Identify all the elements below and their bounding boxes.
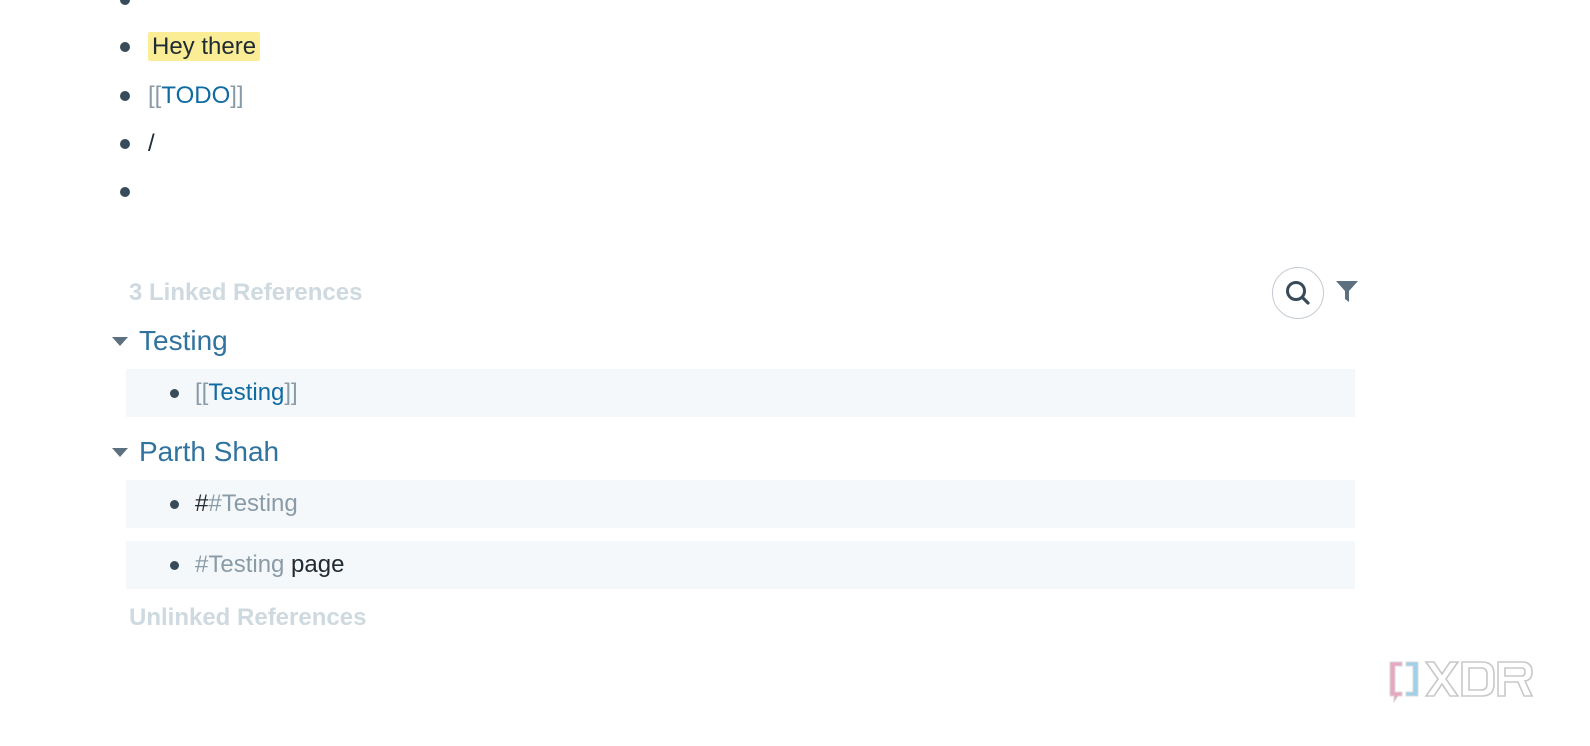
page-ref-bracket-close: ]] [230, 82, 244, 109]
ref-block-card[interactable]: [[Testing]] [126, 369, 1355, 417]
text-prefix: # [195, 490, 209, 517]
ref-page-title[interactable]: Parth Shah [139, 436, 279, 468]
ref-page-title[interactable]: Testing [139, 325, 228, 357]
xda-logo [1389, 661, 1534, 704]
bullet-dot[interactable] [170, 499, 179, 509]
block-text[interactable]: / [148, 126, 155, 162]
ref-block-card[interactable]: ##Testing [126, 480, 1355, 528]
block-item-empty[interactable] [120, 172, 148, 212]
block-item[interactable]: / [120, 124, 155, 164]
filter-icon [1336, 281, 1358, 302]
bullet-dot[interactable] [120, 0, 130, 5]
block-text[interactable]: [[TODO]] [148, 78, 244, 114]
linked-references-title: 3 Linked References [129, 279, 363, 306]
ref-block-text[interactable]: ##Testing [195, 486, 298, 522]
highlighted-text: Hey there [148, 32, 261, 61]
block-item[interactable] [120, 0, 148, 20]
tag-link-testing[interactable]: #Testing [195, 551, 284, 578]
text-suffix: page [284, 551, 345, 578]
page-ref-bracket-open: [[ [195, 379, 209, 406]
block-text[interactable]: Hey there [148, 29, 261, 65]
unlinked-references-toggle[interactable]: Unlinked References [129, 604, 366, 632]
bullet-dot[interactable] [120, 42, 130, 52]
filter-references-button[interactable] [1334, 278, 1360, 306]
caret-down-icon[interactable] [112, 336, 128, 346]
bullet-dot[interactable] [120, 139, 130, 149]
block-item[interactable]: [[TODO]] [120, 76, 244, 116]
page-ref-link-todo[interactable]: TODO [161, 82, 230, 109]
page-ref-bracket-close: ]] [284, 379, 298, 406]
page: Hey there [[TODO]] / 3 Linked References… [0, 0, 1590, 746]
bullet-dot[interactable] [120, 187, 130, 197]
page-ref-bracket-open: [[ [148, 82, 162, 109]
ref-group-header-testing[interactable]: Testing [112, 321, 228, 361]
ref-group-header-parth-shah[interactable]: Parth Shah [112, 432, 279, 472]
bullet-dot[interactable] [120, 91, 130, 101]
search-icon [1286, 281, 1310, 305]
tag-link-testing[interactable]: #Testing [208, 490, 297, 517]
ref-block-text[interactable]: [[Testing]] [195, 375, 298, 411]
ref-block-text[interactable]: #Testing page [195, 547, 344, 583]
search-references-button[interactable] [1272, 267, 1324, 319]
ref-block-card[interactable]: #Testing page [126, 541, 1355, 589]
page-ref-link-testing[interactable]: Testing [208, 379, 284, 406]
bullet-dot[interactable] [170, 388, 179, 398]
block-item[interactable]: Hey there [120, 27, 261, 67]
caret-down-icon[interactable] [112, 447, 128, 457]
bullet-dot[interactable] [170, 560, 179, 570]
